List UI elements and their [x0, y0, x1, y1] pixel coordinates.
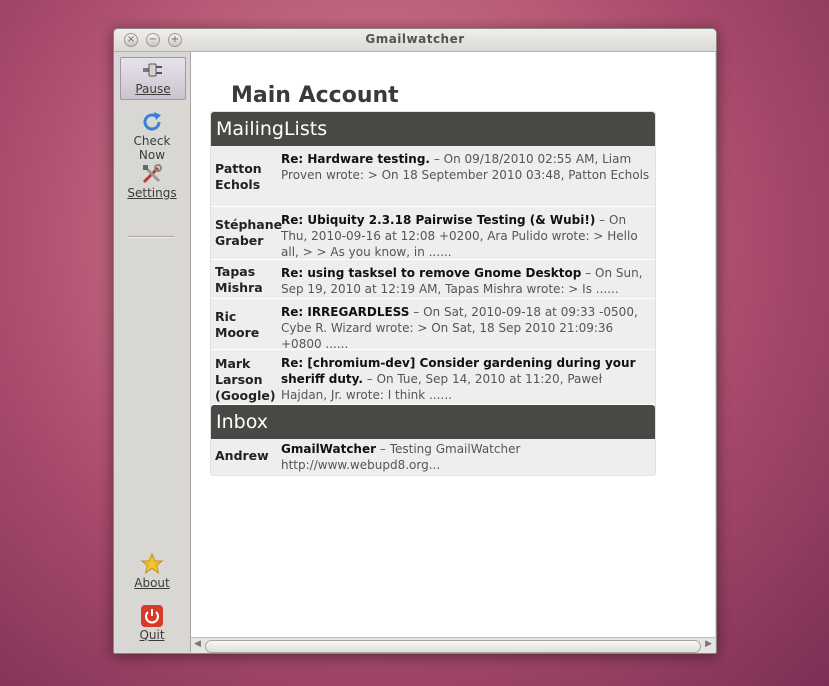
gmailwatcher-window: × − + Gmailwatcher Pause Check Now Setti… — [113, 28, 717, 654]
message-sender: Stéphane Graber — [215, 217, 283, 248]
message-row[interactable]: Tapas Mishra Re: using tasksel to remove… — [211, 260, 655, 299]
settings-label: Settings — [127, 186, 177, 200]
message-sender: Patton Echols — [215, 161, 262, 192]
message-separator: – — [413, 305, 420, 319]
message-separator: – — [379, 442, 386, 456]
message-sender: Andrew — [215, 448, 269, 463]
message-row[interactable]: Andrew GmailWatcher – Testing GmailWatch… — [211, 439, 655, 475]
quit-label: Quit — [139, 628, 165, 642]
message-sender: Tapas Mishra — [215, 264, 263, 295]
quit-button[interactable]: Quit — [120, 604, 184, 642]
message-subject[interactable]: Re: Ubiquity 2.3.18 Pairwise Testing (& … — [281, 213, 595, 227]
scroll-right-icon[interactable]: ▶ — [705, 639, 712, 649]
message-subject[interactable]: GmailWatcher — [281, 442, 376, 456]
message-row[interactable]: Stéphane Graber Re: Ubiquity 2.3.18 Pair… — [211, 207, 655, 260]
pause-label: Pause — [135, 82, 171, 96]
window-title: Gmailwatcher — [365, 32, 465, 46]
message-sender: Ric Moore — [215, 309, 260, 340]
toolbar-separator — [128, 236, 174, 238]
pause-button[interactable]: Pause — [120, 57, 186, 100]
section-header-inbox: Inbox — [211, 405, 655, 439]
about-button[interactable]: About — [120, 552, 184, 590]
message-separator: – — [433, 152, 440, 166]
check-now-label: Check Now — [133, 134, 171, 162]
message-subject[interactable]: Re: IRREGARDLESS — [281, 305, 409, 319]
message-sender: Mark Larson (Google) — [215, 356, 276, 403]
settings-button[interactable]: Settings — [120, 162, 184, 200]
message-separator: – — [366, 372, 373, 386]
scroll-left-icon[interactable]: ◀ — [194, 639, 201, 649]
about-label: About — [134, 576, 170, 590]
tools-icon — [142, 164, 162, 184]
check-now-button[interactable]: Check Now — [120, 110, 184, 162]
message-row[interactable]: Patton Echols Re: Hardware testing. – On… — [211, 146, 655, 207]
scrollbar-thumb[interactable] — [205, 640, 701, 653]
pause-plug-icon — [143, 63, 162, 77]
message-separator: – — [585, 266, 592, 280]
message-subject[interactable]: Re: using tasksel to remove Gnome Deskto… — [281, 266, 581, 280]
refresh-icon — [143, 112, 161, 131]
message-subject[interactable]: Re: Hardware testing. — [281, 152, 430, 166]
star-icon — [140, 552, 164, 575]
message-row[interactable]: Mark Larson (Google) Re: [chromium-dev] … — [211, 350, 655, 405]
title-bar: × − + Gmailwatcher — [114, 29, 716, 52]
section-header-mailinglists: MailingLists — [211, 112, 655, 146]
message-separator: – — [599, 213, 606, 227]
horizontal-scrollbar[interactable]: ◀ ▶ — [191, 637, 715, 653]
message-row[interactable]: Ric Moore Re: IRREGARDLESS – On Sat, 201… — [211, 299, 655, 351]
mail-content-view: Main Account MailingLists Patton Echols … — [191, 52, 715, 637]
account-title: Main Account — [231, 83, 399, 108]
mail-panel: MailingLists Patton Echols Re: Hardware … — [210, 111, 656, 476]
power-icon — [141, 605, 163, 627]
sidebar-toolbar: Pause Check Now Settings About Quit — [114, 52, 191, 652]
